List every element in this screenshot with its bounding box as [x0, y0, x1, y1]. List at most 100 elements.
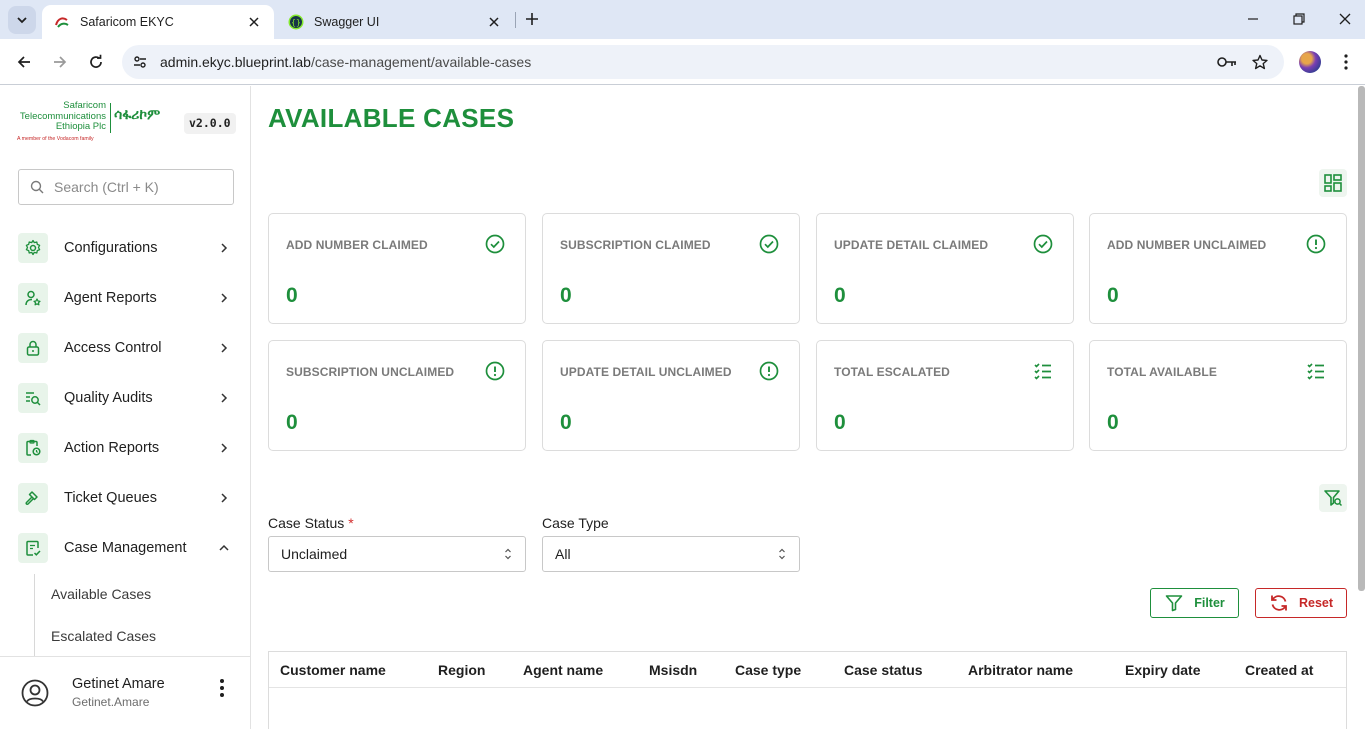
user-profile-panel: Getinet Amare Getinet.Amare: [0, 656, 250, 729]
clipboard-clock-icon: [18, 433, 48, 463]
chevron-right-icon: [216, 440, 232, 456]
browser-menu-button[interactable]: [1336, 51, 1356, 73]
search-input[interactable]: [54, 179, 224, 195]
sidebar-item-label: Configurations: [64, 240, 158, 256]
url-path: /case-management/available-cases: [310, 54, 532, 70]
profile-avatar[interactable]: [1299, 51, 1321, 73]
plus-icon: [526, 13, 538, 25]
stat-card-label: ADD NUMBER UNCLAIMED: [1107, 238, 1267, 252]
browser-toolbar: admin.ekyc.blueprint.lab/case-management…: [0, 39, 1365, 85]
safaricom-favicon-icon: [55, 17, 69, 28]
case-status-label-text: Case Status: [268, 515, 345, 531]
minimize-button[interactable]: [1243, 9, 1263, 29]
column-header-case-status[interactable]: Case status: [844, 662, 923, 678]
column-header-created-at[interactable]: Created at: [1245, 662, 1313, 678]
sidebar-item-label: Agent Reports: [64, 290, 157, 306]
sidebar: Safaricom Telecommunications Ethiopia Pl…: [0, 86, 251, 729]
tab-search-button[interactable]: [8, 6, 36, 34]
column-header-case-type[interactable]: Case type: [735, 662, 801, 678]
stat-card-value: 0: [286, 411, 298, 434]
close-window-button[interactable]: [1335, 9, 1355, 29]
sidebar-item-ticket-queues[interactable]: Ticket Queues: [18, 481, 234, 515]
bookmark-button[interactable]: [1248, 50, 1272, 74]
sidebar-item-label: Action Reports: [64, 440, 160, 456]
restore-button[interactable]: [1289, 9, 1309, 29]
sidebar-search[interactable]: [18, 169, 234, 205]
case-status-select[interactable]: Unclaimed: [268, 536, 526, 572]
stat-card-subscription-unclaimed: SUBSCRIPTION UNCLAIMED 0: [268, 340, 526, 451]
case-type-label: Case Type: [542, 515, 609, 531]
column-header-region[interactable]: Region: [438, 662, 485, 678]
stat-card-total-escalated: TOTAL ESCALATED 0: [816, 340, 1074, 451]
browser-tab-swagger[interactable]: {} Swagger UI: [276, 5, 514, 39]
user-login: Getinet.Amare: [72, 695, 150, 709]
close-tab-icon[interactable]: [486, 14, 502, 30]
filter-search-toggle-button[interactable]: [1319, 484, 1347, 512]
back-button[interactable]: [12, 51, 36, 73]
search-icon: [30, 179, 46, 195]
password-key-button[interactable]: [1215, 50, 1239, 74]
reload-button[interactable]: [84, 51, 108, 73]
check-circle-icon: [485, 234, 505, 254]
sidebar-subitem-available-cases[interactable]: Available Cases: [51, 586, 151, 602]
new-tab-button[interactable]: [522, 9, 542, 29]
more-vertical-icon: [1344, 54, 1348, 70]
sidebar-item-configurations[interactable]: Configurations: [18, 231, 234, 265]
forward-button[interactable]: [48, 51, 72, 73]
stat-card-update-detail-claimed: UPDATE DETAIL CLAIMED 0: [816, 213, 1074, 324]
browser-tab-ekyc[interactable]: Safaricom EKYC: [42, 5, 274, 39]
case-status-label: Case Status *: [268, 515, 354, 531]
column-header-msisdn[interactable]: Msisdn: [649, 662, 697, 678]
sidebar-item-quality-audits[interactable]: Quality Audits: [18, 381, 234, 415]
address-bar[interactable]: admin.ekyc.blueprint.lab/case-management…: [122, 45, 1284, 79]
case-type-select[interactable]: All: [542, 536, 800, 572]
avatar[interactable]: [18, 676, 52, 710]
stat-card-value: 0: [560, 284, 572, 307]
chevron-right-icon: [216, 240, 232, 256]
select-arrows-icon: [501, 546, 515, 562]
site-info-icon[interactable]: [130, 52, 150, 72]
stat-card-update-detail-unclaimed: UPDATE DETAIL UNCLAIMED 0: [542, 340, 800, 451]
sidebar-item-label: Case Management: [64, 540, 187, 556]
filter-button[interactable]: Filter: [1150, 588, 1239, 618]
stat-card-total-available: TOTAL AVAILABLE 0: [1089, 340, 1347, 451]
list-search-icon: [18, 383, 48, 413]
close-icon: [1339, 13, 1351, 25]
chevron-up-icon: [216, 540, 232, 556]
dashboard-icon: [1324, 174, 1342, 192]
check-circle-icon: [759, 234, 779, 254]
chevron-down-icon: [17, 17, 27, 24]
user-star-icon: [18, 283, 48, 313]
page-scrollbar[interactable]: [1358, 86, 1365, 591]
close-tab-icon[interactable]: [246, 14, 262, 30]
user-menu-button[interactable]: [212, 676, 232, 700]
column-header-agent-name[interactable]: Agent name: [523, 662, 603, 678]
dashboard-toggle-button[interactable]: [1319, 169, 1347, 197]
url-text: admin.ekyc.blueprint.lab/case-management…: [160, 54, 531, 70]
main-content: AVAILABLE CASES ADD NUMBER CLAIMED 0 SUB…: [251, 86, 1365, 729]
reset-button-label: Reset: [1298, 596, 1334, 610]
sidebar-item-agent-reports[interactable]: Agent Reports: [18, 281, 234, 315]
sidebar-item-label: Quality Audits: [64, 390, 153, 406]
refresh-icon: [1269, 593, 1289, 613]
sidebar-item-access-control[interactable]: Access Control: [18, 331, 234, 365]
alert-circle-icon: [485, 361, 505, 381]
safaricom-logo[interactable]: Safaricom Telecommunications Ethiopia Pl…: [17, 100, 177, 143]
stat-card-value: 0: [560, 411, 572, 434]
column-header-arbitrator-name[interactable]: Arbitrator name: [968, 662, 1073, 678]
chevron-right-icon: [216, 490, 232, 506]
checklist-icon: [1306, 361, 1326, 381]
logo-divider: [110, 103, 111, 133]
alert-circle-icon: [1306, 234, 1326, 254]
reset-button[interactable]: Reset: [1255, 588, 1347, 618]
stat-card-value: 0: [834, 284, 846, 307]
logo-line: Ethiopia Plc: [55, 121, 106, 132]
column-header-customer-name[interactable]: Customer name: [280, 662, 386, 678]
sidebar-subitem-escalated-cases[interactable]: Escalated Cases: [51, 628, 156, 644]
chevron-right-icon: [216, 340, 232, 356]
sidebar-item-action-reports[interactable]: Action Reports: [18, 431, 234, 465]
alert-circle-icon: [759, 361, 779, 381]
column-header-expiry-date[interactable]: Expiry date: [1125, 662, 1200, 678]
sidebar-item-case-management[interactable]: Case Management: [18, 531, 234, 565]
stat-card-label: TOTAL ESCALATED: [834, 365, 950, 379]
